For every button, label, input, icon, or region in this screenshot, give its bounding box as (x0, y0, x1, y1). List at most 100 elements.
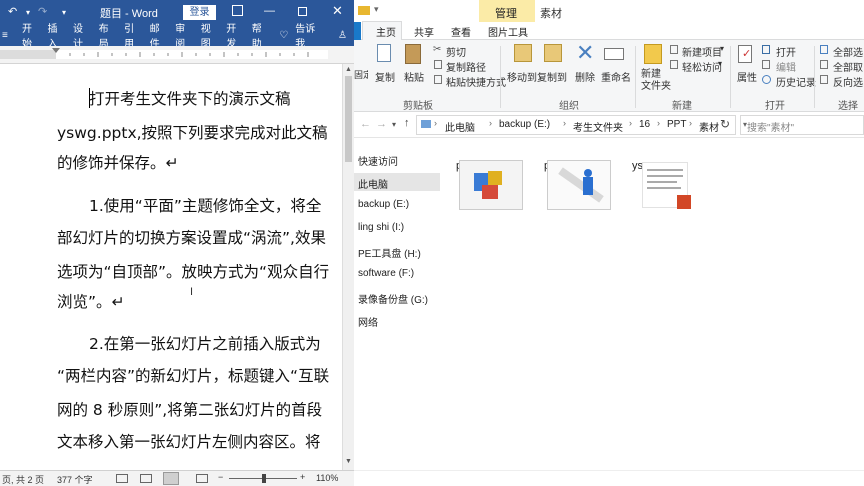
copy-path-icon (434, 60, 442, 69)
doc-line: 网的 8 秒原则”,将第二张幻灯片的首段 (57, 401, 323, 419)
breadcrumb-current[interactable]: 素材 (699, 119, 719, 134)
paste-shortcut-button[interactable]: 粘贴快捷方式 (446, 74, 506, 89)
nav-lingshi-drive[interactable]: ling shi (I:) (358, 222, 404, 233)
text-line-shape (647, 187, 681, 189)
file-menu-icon[interactable]: ≡ (2, 30, 15, 41)
ribbon-divider (730, 46, 731, 108)
new-item-button[interactable]: 新建项目 (682, 44, 722, 59)
new-folder-button[interactable]: 新建 文件夹 (641, 69, 671, 93)
share-icon[interactable]: ♙ (338, 30, 347, 41)
new-item-dropdown-icon[interactable]: ▾ (720, 44, 724, 53)
copy-to-button[interactable]: 复制到 (537, 69, 567, 84)
zoom-in-icon[interactable]: + (300, 472, 305, 482)
minimize-icon[interactable]: — (264, 5, 275, 17)
nav-software-drive[interactable]: software (F:) (358, 268, 414, 279)
text-line-shape (647, 169, 683, 171)
scroll-thumb[interactable] (345, 76, 352, 162)
recent-locations-icon[interactable]: ▾ (392, 120, 396, 129)
up-arrow-icon[interactable]: ↑ (404, 117, 410, 129)
nav-this-pc[interactable]: 此电脑 (358, 176, 388, 191)
powerpoint-badge-icon (677, 195, 691, 209)
figure-body-shape (583, 177, 593, 195)
horizontal-ruler[interactable] (0, 46, 354, 64)
cube-shape (488, 171, 502, 185)
qat-customize-icon[interactable]: ▾ (62, 8, 66, 17)
select-none-button[interactable]: 全部取 (833, 59, 863, 74)
manage-tab[interactable]: 管理 (495, 5, 517, 21)
read-mode-icon[interactable] (140, 474, 152, 483)
focus-mode-icon[interactable] (116, 474, 128, 483)
breadcrumb-ppt[interactable]: PPT (667, 119, 686, 130)
copy-button[interactable]: 复制 (375, 69, 395, 84)
nav-backup-video-drive[interactable]: 录像备份盘 (G:) (358, 291, 428, 306)
close-icon[interactable]: ✕ (332, 3, 343, 19)
group-new-label: 新建 (672, 101, 692, 112)
scroll-up-icon[interactable]: ▲ (345, 66, 352, 73)
search-box[interactable]: 搜索"素材" (740, 115, 864, 135)
breadcrumb-16[interactable]: 16 (639, 119, 650, 130)
page-count[interactable]: 页, 共 2 页 (2, 473, 44, 486)
scroll-down-icon[interactable]: ▼ (345, 458, 352, 465)
zoom-out-icon[interactable]: − (218, 472, 223, 482)
edit-button[interactable]: 编辑 (776, 59, 796, 74)
checkmark-icon: ✓ (742, 48, 752, 60)
redo-icon[interactable]: ↷ (38, 5, 47, 18)
tab-file[interactable] (354, 22, 361, 40)
ribbon-display-options-icon[interactable] (232, 5, 243, 16)
move-to-button[interactable]: 移动到 (507, 69, 537, 84)
history-button[interactable]: 历史记录 (776, 74, 816, 89)
forward-arrow-icon[interactable]: → (376, 118, 387, 130)
qat-pin-icon[interactable]: ▾ (374, 4, 379, 15)
pin-quick-access-button[interactable]: 固定到快速访问 (354, 68, 368, 81)
easy-access-icon (670, 60, 678, 69)
web-layout-icon[interactable] (196, 474, 208, 483)
paste-shortcut-icon (434, 75, 442, 84)
file-list: ppt1 ppt2 yswg (440, 138, 864, 470)
easy-access-button[interactable]: 轻松访问 (682, 59, 722, 74)
nav-network[interactable]: 网络 (358, 314, 378, 329)
paste-button[interactable]: 粘贴 (404, 69, 424, 84)
maximize-icon[interactable] (298, 7, 307, 16)
group-organize-label: 组织 (559, 101, 579, 112)
lightbulb-icon[interactable]: ♡ (279, 30, 288, 41)
properties-button[interactable]: 属性 (737, 69, 757, 84)
login-button[interactable]: 登录 (183, 5, 216, 20)
rename-button[interactable]: 重命名 (601, 69, 631, 84)
nav-quick-access[interactable]: 快速访问 (358, 153, 398, 168)
back-arrow-icon[interactable]: ← (360, 118, 371, 130)
refresh-icon[interactable]: ↻ (720, 117, 730, 131)
zoom-level[interactable]: 110% (316, 473, 338, 483)
tab-share[interactable]: 共享 (414, 24, 434, 39)
breadcrumb-this-pc[interactable]: 此电脑 (445, 119, 475, 134)
zoom-slider-thumb[interactable] (262, 474, 266, 483)
delete-button[interactable]: 删除 (575, 69, 595, 84)
tab-picture-tools[interactable]: 图片工具 (488, 24, 528, 39)
word-window: ↶ ▾ ↷ ▾ 题目 - Word 登录 — ✕ ≡ 开始 插入 设计 布局 引… (0, 0, 354, 486)
vertical-scrollbar[interactable]: ▲ ▼ (342, 64, 354, 470)
tab-view[interactable]: 查看 (451, 24, 471, 39)
invert-selection-button[interactable]: 反向选 (833, 74, 863, 89)
undo-dropdown-icon[interactable]: ▾ (26, 8, 30, 17)
file-item[interactable]: ppt1 (456, 160, 526, 232)
undo-icon[interactable]: ↶ (8, 5, 17, 18)
cut-button[interactable]: 剪切 (446, 44, 466, 59)
file-item[interactable]: yswg (632, 160, 702, 232)
breadcrumb-exam-folder[interactable]: 考生文件夹 (573, 119, 623, 134)
breadcrumb-backup[interactable]: backup (E:) (499, 119, 550, 130)
nav-pe-drive[interactable]: PE工具盘 (H:) (358, 245, 421, 260)
copy-path-button[interactable]: 复制路径 (446, 59, 486, 74)
address-bar[interactable]: › 此电脑 › backup (E:) › 考生文件夹 › 16 › PPT ›… (416, 115, 747, 135)
open-button[interactable]: 打开 (776, 44, 796, 59)
nav-backup-drive[interactable]: backup (E:) (358, 199, 409, 210)
select-all-button[interactable]: 全部选 (833, 44, 863, 59)
word-count[interactable]: 377 个字 (57, 473, 93, 486)
file-item[interactable]: ppt2 (544, 160, 614, 232)
document-page[interactable]: 打开考生文件夹下的演示文稿 yswg.pptx,按照下列要求完成对此文稿 的修饰… (0, 64, 342, 470)
doc-line: 2.在第一张幻灯片之前插入版式为 (89, 335, 321, 353)
easy-access-dropdown-icon[interactable]: ▾ (718, 59, 722, 68)
pptx-file-icon (642, 162, 691, 209)
doc-line: 选项为“自顶部”。放映方式为“观众自行 (57, 263, 330, 281)
tab-home[interactable]: 主页 (376, 24, 396, 39)
print-layout-icon[interactable] (163, 472, 179, 485)
window-title: 素材 (540, 8, 562, 20)
